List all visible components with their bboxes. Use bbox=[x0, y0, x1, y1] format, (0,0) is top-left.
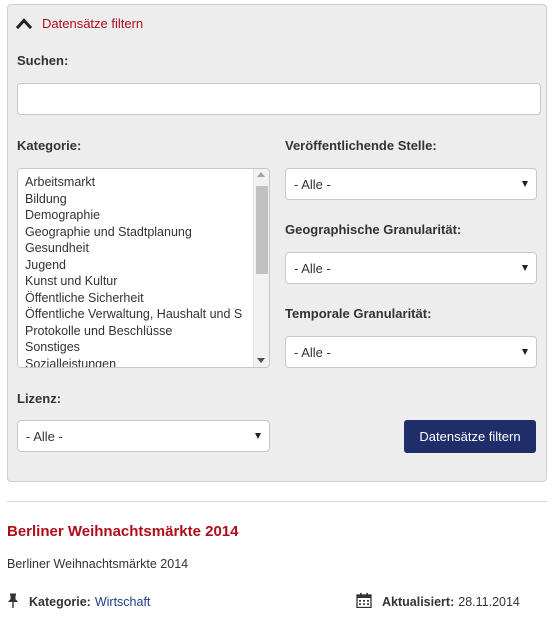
scroll-up-arrow-icon[interactable] bbox=[257, 172, 265, 177]
geo-granularity-label: Geographische Granularität: bbox=[285, 222, 462, 237]
filter-panel-toggle[interactable]: Datensätze filtern bbox=[15, 13, 144, 33]
category-scrollbar[interactable] bbox=[253, 169, 269, 367]
calendar-icon bbox=[356, 593, 372, 611]
result-description: Berliner Weihnachtsmärkte 2014 bbox=[7, 557, 189, 571]
category-option[interactable]: Jugend bbox=[18, 257, 254, 274]
result-title-link[interactable]: Berliner Weihnachtsmärkte 2014 bbox=[7, 523, 239, 540]
geo-granularity-select-value: - Alle - bbox=[294, 260, 331, 276]
license-label: Lizenz: bbox=[17, 391, 62, 406]
category-option[interactable]: Bildung bbox=[18, 191, 254, 208]
temporal-granularity-select[interactable]: - Alle - bbox=[285, 336, 537, 368]
category-option[interactable]: Geographie und Stadtplanung bbox=[18, 224, 254, 241]
category-option[interactable]: Öffentliche Sicherheit bbox=[18, 290, 254, 307]
result-category-link[interactable]: Wirtschaft bbox=[95, 595, 151, 609]
result-updated-date: 28.11.2014 bbox=[458, 595, 520, 609]
license-select[interactable]: - Alle - bbox=[17, 420, 270, 452]
publisher-label: Veröffentlichende Stelle: bbox=[285, 138, 437, 153]
result-category: Kategorie: Wirtschaft bbox=[7, 593, 150, 611]
category-option[interactable]: Öffentliche Verwaltung, Haushalt und S bbox=[18, 306, 254, 323]
filter-panel-title: Datensätze filtern bbox=[42, 15, 144, 31]
category-listbox[interactable]: Arbeitsmarkt Bildung Demographie Geographie… bbox=[17, 168, 270, 368]
temporal-granularity-select-value: - Alle - bbox=[294, 344, 331, 360]
caret-down-icon bbox=[522, 349, 528, 355]
caret-down-icon bbox=[522, 265, 528, 271]
divider bbox=[7, 501, 547, 502]
category-option[interactable]: Gesundheit bbox=[18, 240, 254, 257]
category-option[interactable]: Protokolle und Beschlüsse bbox=[18, 323, 254, 340]
scrollbar-thumb[interactable] bbox=[256, 186, 268, 274]
filter-panel: Datensätze filtern Suchen: Kategorie: Ar… bbox=[7, 4, 547, 482]
license-select-value: - Alle - bbox=[26, 428, 63, 444]
category-label: Kategorie: bbox=[17, 138, 82, 153]
publisher-select-value: - Alle - bbox=[294, 176, 331, 192]
result-category-label: Kategorie: bbox=[29, 595, 91, 609]
publisher-select[interactable]: - Alle - bbox=[285, 168, 537, 200]
category-option[interactable]: Sozialleistungen bbox=[18, 356, 254, 368]
caret-down-icon bbox=[255, 433, 261, 439]
search-input[interactable] bbox=[17, 83, 541, 115]
temporal-granularity-label: Temporale Granularität: bbox=[285, 306, 432, 321]
chevron-up-icon bbox=[15, 16, 33, 30]
category-option[interactable]: Demographie bbox=[18, 207, 254, 224]
category-option[interactable]: Kunst und Kultur bbox=[18, 273, 254, 290]
category-list: Arbeitsmarkt Bildung Demographie Geographie… bbox=[18, 174, 254, 368]
caret-down-icon bbox=[522, 181, 528, 187]
scroll-down-arrow-icon[interactable] bbox=[257, 358, 265, 363]
category-option[interactable]: Arbeitsmarkt bbox=[18, 174, 254, 191]
category-option[interactable]: Sonstiges bbox=[18, 339, 254, 356]
result-updated: Aktualisiert: 28.11.2014 bbox=[356, 593, 520, 611]
geo-granularity-select[interactable]: - Alle - bbox=[285, 252, 537, 284]
filter-submit-button[interactable]: Datensätze filtern bbox=[404, 420, 536, 453]
pushpin-icon bbox=[7, 593, 19, 611]
result-updated-label: Aktualisiert: bbox=[382, 595, 455, 609]
search-label: Suchen: bbox=[17, 53, 69, 68]
